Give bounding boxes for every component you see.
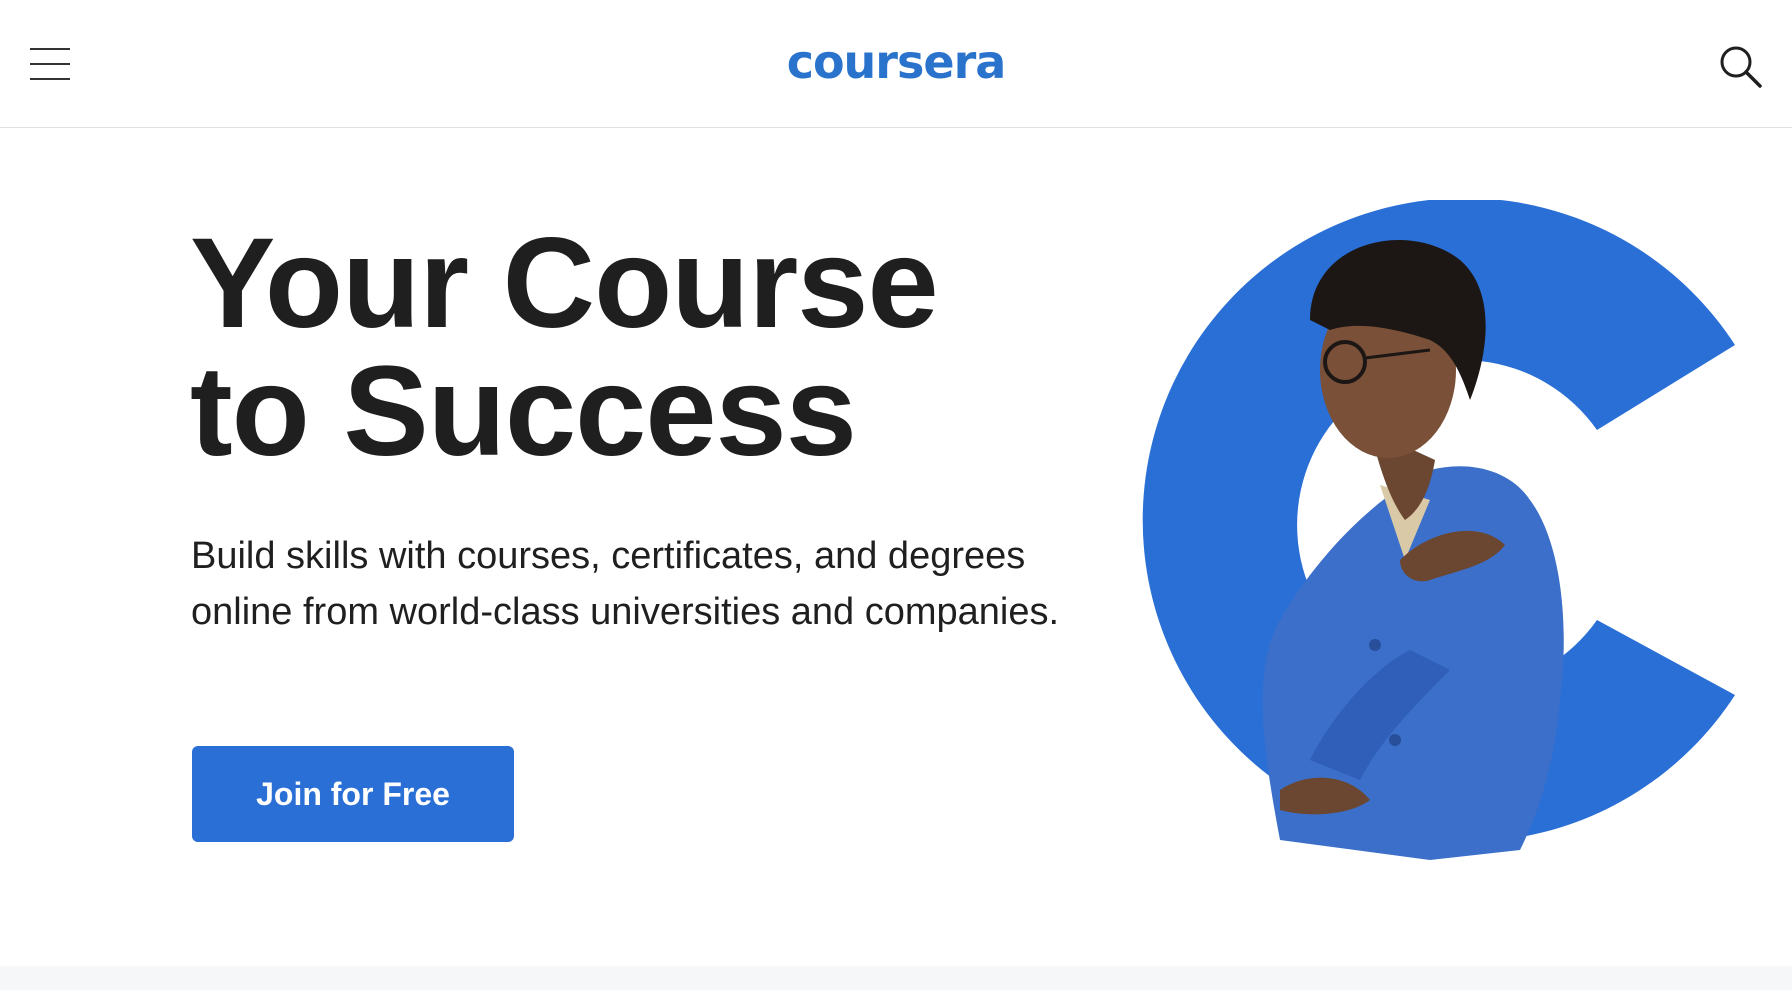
hero-title: Your Course to Success: [190, 220, 1090, 476]
hero-subtitle: Build skills with courses, certificates,…: [191, 535, 1060, 633]
hamburger-menu-icon: [26, 44, 72, 84]
search-button[interactable]: [1716, 42, 1764, 90]
menu-button[interactable]: [26, 44, 72, 84]
hero-title-line-1: Your Course: [190, 212, 939, 355]
hero-title-line-2: to Success: [190, 340, 857, 483]
top-nav-bar: coursera: [0, 0, 1792, 128]
search-icon: [1720, 46, 1762, 88]
coursera-logo[interactable]: coursera: [780, 30, 1012, 94]
footer-band: [0, 966, 1792, 990]
hero-image: [1142, 200, 1735, 860]
join-for-free-button[interactable]: Join for Free: [192, 746, 514, 842]
